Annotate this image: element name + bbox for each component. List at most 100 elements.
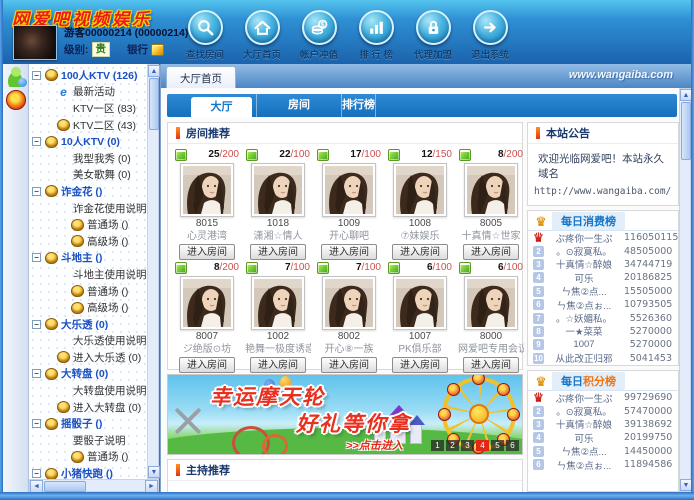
sidebar-item[interactable]: − 高级场 () [29,233,147,250]
collapse-icon[interactable]: − [32,469,41,478]
room-card[interactable]: 12/150 1008 ⑦妹娱乐 进入房间 [387,147,453,257]
lock-icon[interactable] [416,10,451,45]
exit-button[interactable]: 退出系统 [468,10,512,61]
nav-tab[interactable]: 大厅 [167,94,257,117]
enter-room-button[interactable]: 进入房间 [250,244,306,260]
collapse-icon[interactable]: − [32,369,41,378]
sidebar-item[interactable]: − 进入大乐透 (0) [29,349,147,366]
enter-room-button[interactable]: 进入房间 [392,244,448,260]
banner-page-dot[interactable]: 1 [431,440,444,451]
sidebar-item[interactable]: − 大乐透使用说明 [29,333,147,350]
room-card[interactable]: 17/100 1009 开心聊吧 进入房间 [316,147,382,257]
tree-hscroll-thumb[interactable] [44,481,86,492]
flame-icon[interactable] [6,90,26,110]
gold-icon[interactable] [151,44,164,56]
room-card[interactable]: 22/100 1018 潇湘☆情人 进入房间 [245,147,311,257]
banner-page-dot[interactable]: 4 [476,440,489,451]
enter-room-button[interactable]: 进入房间 [463,244,519,260]
agent-button[interactable]: 代理加盟 [411,10,455,61]
sidebar-item[interactable]: − 高级场 () [29,299,147,316]
sidebar-item[interactable]: − 10人KTV (0) [29,133,147,150]
banner-page-dot[interactable]: 5 [491,440,504,451]
tree-vertical-scrollbar[interactable]: ▲ ▼ [147,64,159,479]
ranking-button[interactable]: 排 行 榜 [354,10,398,61]
room-card[interactable]: 8/200 8005 十真情☆世家 进入房间 [458,147,524,257]
tree-scroll-thumb[interactable] [149,78,159,130]
sidebar-item[interactable]: − 小猪快跑 () [29,465,147,479]
room-photo[interactable] [180,276,234,330]
room-photo[interactable] [464,163,518,217]
enter-room-button[interactable]: 进入房间 [321,244,377,260]
room-photo[interactable] [251,276,305,330]
main-vertical-scrollbar[interactable]: ▲ ▼ [679,88,691,492]
banner-page-dot[interactable]: 3 [461,440,474,451]
room-photo[interactable] [322,276,376,330]
collapse-icon[interactable]: − [32,320,41,329]
room-photo[interactable] [322,163,376,217]
notice-url[interactable]: http://www.wangaiba.com/ [528,184,678,197]
sidebar-item[interactable]: − 进入大转盘 (0) [29,399,147,416]
collapse-icon[interactable]: − [32,187,41,196]
room-photo[interactable] [464,276,518,330]
sidebar-item[interactable]: − 普通场 () [29,449,147,466]
room-photo[interactable] [393,276,447,330]
room-card[interactable]: 8/200 8007 ジ绝版⊙坊 进入房间 [174,260,240,370]
enter-room-button[interactable]: 进入房间 [179,244,235,260]
collapse-icon[interactable]: − [32,137,41,146]
enter-room-button[interactable]: 进入房间 [179,357,235,373]
promo-banner[interactable]: 幸运摩天轮 好礼等你拿 >>点击进入 1 2 3 4 5 6 [167,374,523,455]
tab-lobby-home[interactable]: 大厅首页 [166,66,236,88]
sidebar-item[interactable]: − 最新活动 [29,84,147,101]
room-card[interactable]: 7/100 1002 艳舞一极度诱惑 进入房间 [245,260,311,370]
sidebar-item[interactable]: − 大乐透 (0) [29,316,147,333]
sidebar-item[interactable]: − 摇骰子 () [29,415,147,432]
scroll-up-icon[interactable]: ▲ [148,65,160,77]
enter-room-button[interactable]: 进入房间 [463,357,519,373]
sidebar-item[interactable]: − KTV二区 (43) [29,117,147,134]
scroll-down-icon[interactable]: ▼ [148,466,160,478]
search-icon[interactable] [188,10,223,45]
sidebar-item[interactable]: − 普通场 () [29,283,147,300]
exit-icon[interactable] [473,10,508,45]
room-card[interactable]: 6/100 1007 PK俱乐部 进入房间 [387,260,453,370]
room-photo[interactable] [251,163,305,217]
room-card[interactable]: 7/100 8002 开心⑧一族 进入房间 [316,260,382,370]
find-room-button[interactable]: 查找房间 [183,10,227,61]
room-card[interactable]: 25/200 8015 心灵港湾 进入房间 [174,147,240,257]
sidebar-item[interactable]: − 诈金花 () [29,183,147,200]
banner-cta[interactable]: >>点击进入 [346,437,403,453]
sidebar-item[interactable]: − 100人KTV (126) [29,67,147,84]
tree-horizontal-scrollbar[interactable]: ◄ ► [29,479,159,492]
sidebar-item[interactable]: − 大转盘 (0) [29,366,147,383]
banner-page-dot[interactable]: 6 [506,440,519,451]
room-card[interactable]: 6/100 8000 网爱吧专用会议 进入房间 [458,260,524,370]
coins-icon[interactable]: $ [302,10,337,45]
bar-chart-icon[interactable] [359,10,394,45]
main-scroll-thumb[interactable] [681,102,691,160]
enter-room-button[interactable]: 进入房间 [392,357,448,373]
collapse-icon[interactable]: − [32,253,41,262]
nav-tab[interactable]: 房间 [257,94,342,117]
bank-link[interactable]: 银行 [127,42,148,57]
messenger-icon[interactable] [6,67,26,87]
sidebar-item[interactable]: − 诈金花使用说明 [29,200,147,217]
user-avatar[interactable] [13,25,57,60]
room-photo[interactable] [393,163,447,217]
collapse-icon[interactable]: − [32,419,41,428]
sidebar-item[interactable]: − 要骰子说明 [29,432,147,449]
enter-room-button[interactable]: 进入房间 [250,357,306,373]
collapse-icon[interactable]: − [32,71,41,80]
sidebar-item[interactable]: − 美女歌舞 (0) [29,167,147,184]
sidebar-item[interactable]: − 我型我秀 (0) [29,150,147,167]
lobby-home-button[interactable]: 大厅首页 [240,10,284,61]
recharge-button[interactable]: $ 帐户冲值 [297,10,341,61]
sidebar-item[interactable]: − KTV一区 (83) [29,100,147,117]
home-icon[interactable] [245,10,280,45]
banner-page-dot[interactable]: 2 [446,440,459,451]
sidebar-item[interactable]: − 斗地主 () [29,250,147,267]
enter-room-button[interactable]: 进入房间 [321,357,377,373]
nav-tab[interactable]: 排行榜 [342,94,376,117]
sidebar-item[interactable]: − 普通场 () [29,216,147,233]
room-photo[interactable] [180,163,234,217]
sidebar-item[interactable]: − 斗地主使用说明 [29,266,147,283]
